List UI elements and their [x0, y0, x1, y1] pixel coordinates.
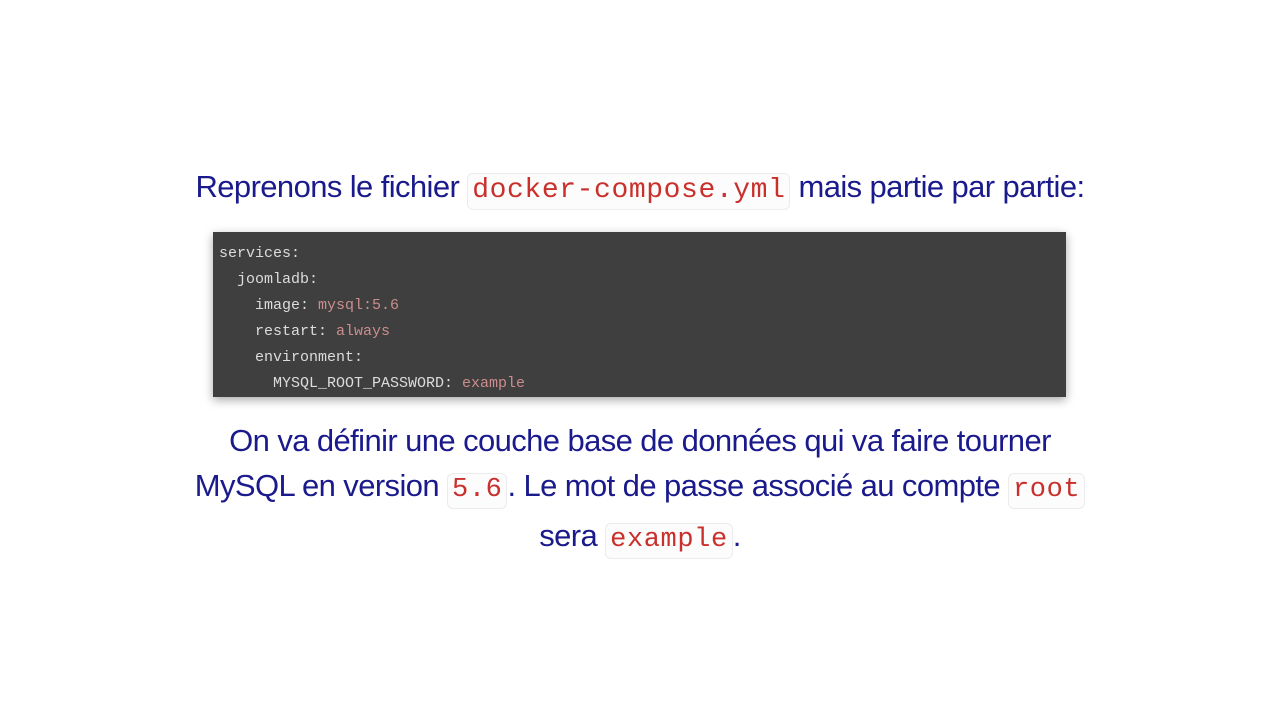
code-key: restart: [255, 323, 337, 340]
code-line: restart: always [219, 319, 1066, 345]
version-code: 5.6 [447, 473, 508, 509]
code-line: MYSQL_ROOT_PASSWORD: example [219, 371, 1066, 397]
root-code: root [1008, 473, 1086, 509]
slide-heading: Reprenons le fichier docker-compose.yml … [0, 166, 1280, 212]
code-key: environment: [255, 349, 364, 366]
heading-text-after: mais partie par partie: [790, 169, 1085, 204]
paragraph-line1: On va définir une couche base de données… [229, 423, 1051, 458]
code-value: always [336, 323, 391, 340]
code-value: example [462, 375, 526, 392]
code-key: joomladb: [237, 271, 319, 288]
code-key: MYSQL_ROOT_PASSWORD: [273, 375, 463, 392]
paragraph-line3-before: sera [539, 518, 606, 553]
password-code: example [605, 523, 733, 559]
code-value: mysql:5.6 [318, 297, 400, 314]
code-key: services: [219, 245, 301, 262]
code-line: services: [219, 241, 1066, 267]
slide: Reprenons le fichier docker-compose.yml … [0, 0, 1280, 720]
code-line: environment: [219, 345, 1066, 371]
code-line: image: mysql:5.6 [219, 293, 1066, 319]
heading-filename-code: docker-compose.yml [467, 173, 791, 210]
paragraph-line3-after: . [732, 518, 742, 553]
paragraph-line2-middle: . Le mot de passe associé au compte [507, 468, 1008, 503]
code-key: image: [255, 297, 319, 314]
heading-text-before: Reprenons le fichier [195, 169, 468, 204]
explanation-paragraph: On va définir une couche base de données… [150, 418, 1130, 563]
code-line: joomladb: [219, 267, 1066, 293]
yaml-code-block: services: joomladb: image: mysql:5.6 res… [213, 232, 1066, 397]
paragraph-line2-before: MySQL en version [194, 468, 448, 503]
